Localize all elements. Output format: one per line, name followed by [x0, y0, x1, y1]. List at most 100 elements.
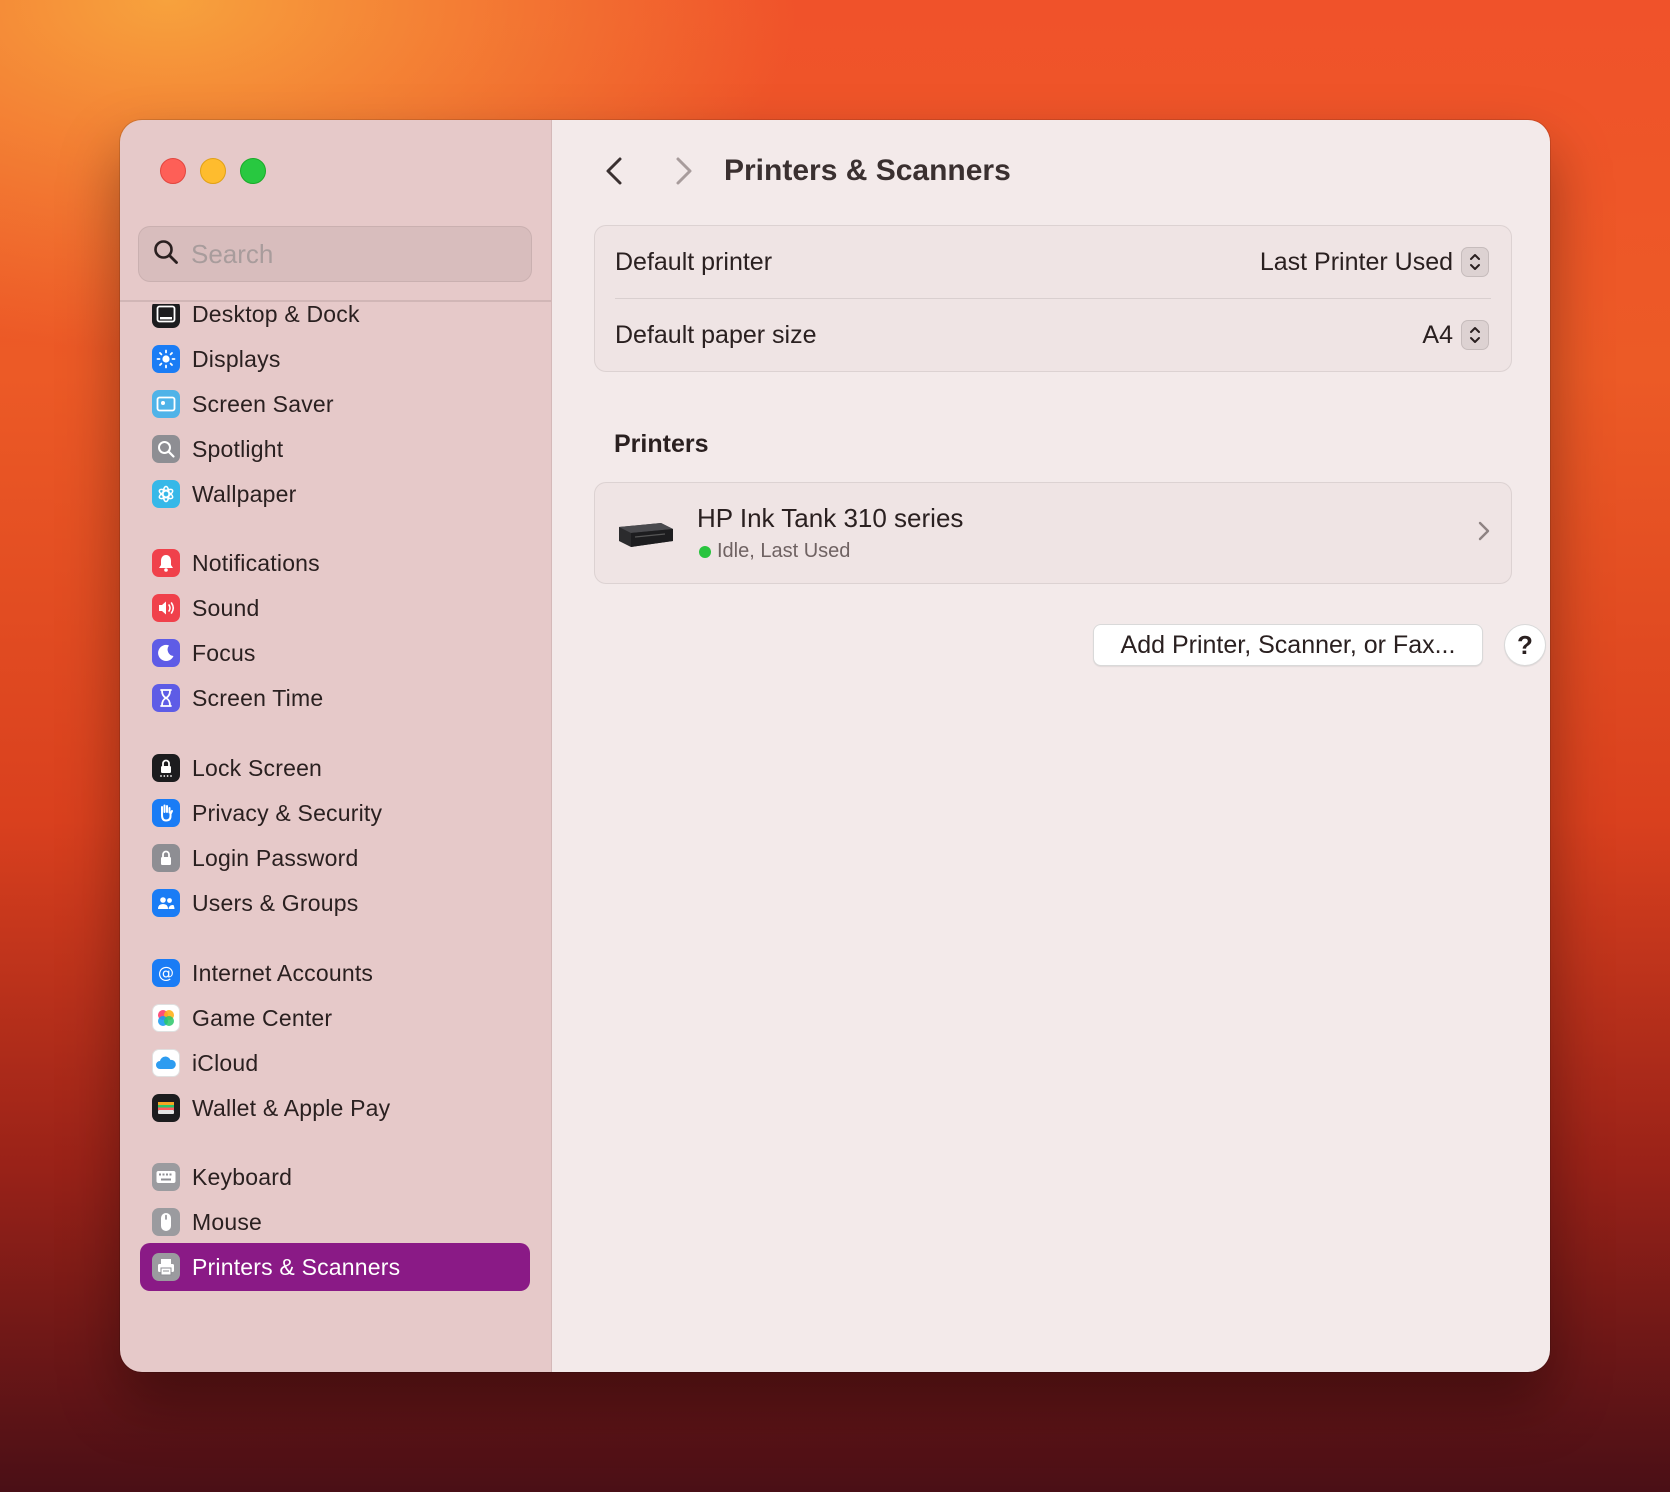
sidebar-item-label: Focus: [192, 639, 256, 666]
printers-heading: Printers: [614, 430, 709, 458]
mouse-icon: [152, 1208, 180, 1236]
keyboard-icon: [152, 1163, 180, 1191]
settings-window: Desktop & Dock Displays Screen Saver Spotli…: [120, 120, 1550, 1372]
sidebar-item-mouse[interactable]: Mouse: [140, 1198, 530, 1246]
sidebar-item-label: Screen Saver: [192, 390, 334, 417]
sidebar-item-screen-saver[interactable]: Screen Saver: [140, 380, 530, 428]
help-button[interactable]: ?: [1504, 624, 1546, 666]
default-printer-value: Last Printer Used: [1259, 247, 1453, 276]
screen-saver-icon: [152, 390, 180, 418]
window-controls: [160, 158, 266, 184]
sidebar-item-displays[interactable]: Displays: [140, 335, 530, 383]
sidebar-item-label: Mouse: [192, 1208, 263, 1235]
printer-status-text: Idle, Last Used: [717, 540, 851, 562]
sidebar-item-label: Notifications: [192, 549, 320, 576]
spotlight-icon: [152, 435, 180, 463]
printer-info: HP Ink Tank 310 series Idle, Last Used: [697, 503, 1477, 563]
printers-scanners-icon: [152, 1253, 180, 1281]
sidebar-item-label: Screen Time: [192, 684, 324, 711]
printer-row[interactable]: HP Ink Tank 310 series Idle, Last Used: [595, 483, 1511, 583]
icloud-icon: [152, 1049, 180, 1077]
notifications-icon: [152, 549, 180, 577]
game-center-icon: [152, 1004, 180, 1032]
sidebar-item-wallet-apple-pay[interactable]: Wallet & Apple Pay: [140, 1084, 530, 1132]
privacy-security-icon: [152, 799, 180, 827]
forward-button[interactable]: [666, 152, 702, 192]
sidebar-item-label: Spotlight: [192, 435, 284, 462]
sidebar-item-label: Sound: [192, 594, 260, 621]
sound-icon: [152, 594, 180, 622]
sidebar-item-icloud[interactable]: iCloud: [140, 1039, 530, 1087]
sidebar-item-label: Login Password: [192, 844, 359, 871]
default-paper-value: A4: [1422, 320, 1453, 349]
zoom-button[interactable]: [240, 158, 266, 184]
default-printer-row: Default printer Last Printer Used: [595, 226, 1511, 298]
internet-accounts-icon: @: [152, 959, 180, 987]
sidebar-list: Desktop & Dock Displays Screen Saver Spotli…: [120, 304, 551, 1372]
sidebar-item-internet-accounts[interactable]: @ Internet Accounts: [140, 949, 530, 997]
sidebar-item-printers-scanners[interactable]: Printers & Scanners: [140, 1243, 530, 1291]
sidebar-item-sound[interactable]: Sound: [140, 584, 530, 632]
sidebar-divider: [120, 300, 551, 302]
displays-icon: [152, 345, 180, 373]
svg-text:@: @: [158, 963, 174, 982]
search-icon: [153, 239, 179, 270]
default-paper-row: Default paper size A4: [595, 299, 1511, 371]
chevron-right-icon: [1477, 520, 1491, 547]
wallet-icon: [152, 1094, 180, 1122]
printer-name: HP Ink Tank 310 series: [697, 503, 964, 533]
sidebar-item-game-center[interactable]: Game Center: [140, 994, 530, 1042]
focus-icon: [152, 639, 180, 667]
sidebar-item-focus[interactable]: Focus: [140, 629, 530, 677]
popup-stepper-icon: [1461, 247, 1489, 277]
sidebar-item-label: Keyboard: [192, 1163, 293, 1190]
sidebar-item-label: Wallet & Apple Pay: [192, 1094, 391, 1121]
default-printer-popup[interactable]: Last Printer Used: [1260, 247, 1489, 277]
main-pane: Printers & Scanners Default printer Last…: [552, 120, 1550, 1372]
search-field[interactable]: [138, 226, 532, 282]
sidebar-item-wallpaper[interactable]: Wallpaper: [140, 470, 530, 518]
lock-screen-icon: [152, 754, 180, 782]
default-printer-label: Default printer: [615, 247, 773, 276]
sidebar-item-keyboard[interactable]: Keyboard: [140, 1153, 530, 1201]
page-title: Printers & Scanners: [724, 154, 1011, 187]
search-input[interactable]: [191, 238, 511, 270]
printer-icon: [615, 513, 675, 553]
sidebar-item-label: Users & Groups: [192, 889, 359, 916]
chevron-left-icon: [604, 156, 624, 189]
sidebar-item-label: Privacy & Security: [192, 799, 383, 826]
sidebar-item-label: iCloud: [192, 1049, 259, 1076]
chevron-right-icon: [674, 156, 694, 189]
sidebar-item-users-groups[interactable]: Users & Groups: [140, 879, 530, 927]
wallpaper-icon: [152, 480, 180, 508]
sidebar-item-label: Displays: [192, 345, 281, 372]
printer-status: Idle, Last Used: [697, 540, 1477, 563]
sidebar-item-login-password[interactable]: Login Password: [140, 834, 530, 882]
back-button[interactable]: [596, 152, 632, 192]
sidebar-item-label: Wallpaper: [192, 480, 297, 507]
sidebar-item-desktop-dock[interactable]: Desktop & Dock: [140, 304, 530, 338]
add-printer-button[interactable]: Add Printer, Scanner, or Fax...: [1093, 624, 1483, 666]
screen-time-icon: [152, 684, 180, 712]
login-password-icon: [152, 844, 180, 872]
default-paper-popup[interactable]: A4: [1422, 320, 1489, 350]
sidebar-item-label: Printers & Scanners: [192, 1253, 401, 1280]
printers-group: HP Ink Tank 310 series Idle, Last Used: [594, 482, 1512, 584]
close-button[interactable]: [160, 158, 186, 184]
popup-stepper-icon: [1461, 320, 1489, 350]
sidebar-item-lock-screen[interactable]: Lock Screen: [140, 744, 530, 792]
sidebar-item-label: Lock Screen: [192, 754, 323, 781]
sidebar-item-spotlight[interactable]: Spotlight: [140, 425, 530, 473]
minimize-button[interactable]: [200, 158, 226, 184]
users-groups-icon: [152, 889, 180, 917]
sidebar: Desktop & Dock Displays Screen Saver Spotli…: [120, 120, 552, 1372]
sidebar-item-label: Game Center: [192, 1004, 333, 1031]
sidebar-item-screen-time[interactable]: Screen Time: [140, 674, 530, 722]
desktop-dock-icon: [152, 304, 180, 328]
sidebar-item-label: Internet Accounts: [192, 959, 374, 986]
sidebar-item-notifications[interactable]: Notifications: [140, 539, 530, 587]
status-dot-icon: [699, 545, 711, 558]
sidebar-item-privacy-security[interactable]: Privacy & Security: [140, 789, 530, 837]
default-paper-label: Default paper size: [615, 320, 817, 349]
defaults-group: Default printer Last Printer Used Defaul…: [594, 225, 1512, 372]
